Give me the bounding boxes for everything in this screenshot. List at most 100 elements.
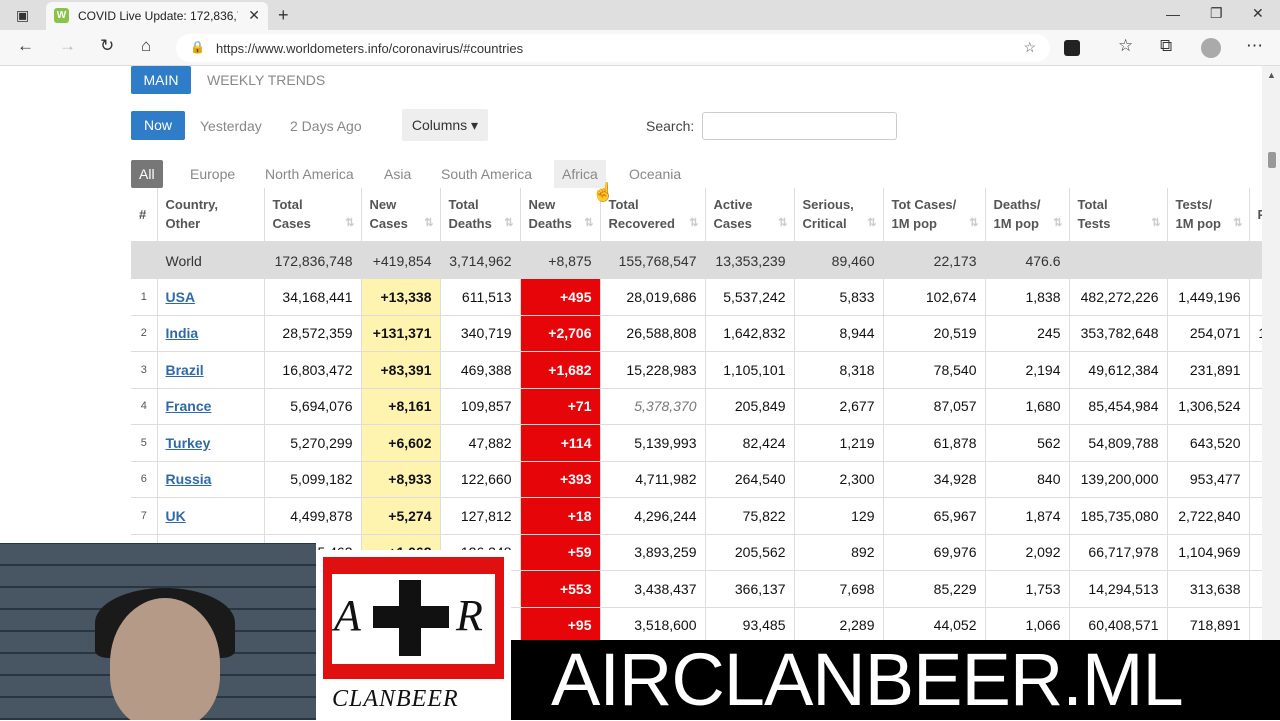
table-cell: 3,893,259 xyxy=(600,534,706,571)
lock-icon[interactable]: 🔒 xyxy=(190,40,205,54)
sort-icon[interactable]: ⇅ xyxy=(504,214,513,233)
country-link[interactable]: Brazil xyxy=(166,362,204,378)
region-tab-south-america[interactable]: South America xyxy=(433,160,540,188)
two-days-ago-button[interactable]: 2 Days Ago xyxy=(290,118,362,134)
header-line: Serious, xyxy=(802,197,854,213)
table-row: 1 USA 34,168,441 +13,338 611,513 +495 28,019,6… xyxy=(131,278,1276,316)
minimize-icon[interactable]: — xyxy=(1166,6,1180,22)
table-cell: 102,674 xyxy=(883,278,986,316)
tab-actions-icon[interactable]: ▣ xyxy=(16,7,29,24)
table-cell: 85,454,984 xyxy=(1069,388,1168,425)
table-cell: 5,139,993 xyxy=(600,424,706,462)
table-cell: 5,099,182 xyxy=(264,461,362,498)
favorites-icon[interactable]: ☆ xyxy=(1118,36,1133,56)
region-tab-asia[interactable]: Asia xyxy=(376,160,419,188)
header-line: Tests/ xyxy=(1175,197,1213,213)
collections-icon[interactable]: ⧉ xyxy=(1160,36,1172,56)
table-cell: 4,296,244 xyxy=(600,497,706,535)
table-cell: 1,642,832 xyxy=(705,315,795,352)
sort-icon[interactable]: ⇅ xyxy=(867,214,876,233)
search-input[interactable] xyxy=(702,112,897,140)
main-tab[interactable]: MAIN xyxy=(131,66,191,94)
region-tab-oceania[interactable]: Oceania xyxy=(621,160,689,188)
country-link[interactable]: Russia xyxy=(166,471,212,487)
yesterday-button[interactable]: Yesterday xyxy=(200,118,262,134)
menu-icon[interactable]: ⋯ xyxy=(1246,36,1263,56)
country-link[interactable]: France xyxy=(166,398,212,414)
column-header[interactable]: Total Cases ⇅ xyxy=(264,188,362,244)
url-text[interactable]: https://www.worldometers.info/coronaviru… xyxy=(216,41,523,56)
header-line: Total xyxy=(272,197,303,213)
browser-tab[interactable]: W COVID Live Update: 172,836,748 ✕ xyxy=(46,2,268,30)
header-line: Country, xyxy=(165,197,218,213)
column-header[interactable]: Tests/1M pop ⇅ xyxy=(1167,188,1250,244)
vertical-scrollbar[interactable]: ▲ xyxy=(1262,66,1280,640)
sort-icon[interactable]: ⇅ xyxy=(424,214,433,233)
table-cell: 1,753 xyxy=(985,570,1070,608)
sort-icon[interactable]: ⇅ xyxy=(1053,214,1062,233)
sort-icon[interactable]: ⇅ xyxy=(1151,214,1160,233)
sort-icon[interactable]: ⇅ xyxy=(689,214,698,233)
table-cell: 7 xyxy=(131,497,158,535)
forward-icon[interactable]: → xyxy=(59,36,76,56)
new-tab-icon[interactable]: + xyxy=(278,5,289,26)
country-link[interactable]: UK xyxy=(166,508,186,524)
table-cell: 85,229 xyxy=(883,570,986,608)
columns-dropdown[interactable]: Columns ▾ xyxy=(402,109,488,141)
home-icon[interactable]: ⌂ xyxy=(141,36,151,56)
country-link[interactable]: USA xyxy=(166,289,196,305)
now-button[interactable]: Now xyxy=(131,111,185,140)
address-bar[interactable]: 🔒 https://www.worldometers.info/coronavi… xyxy=(176,34,1050,62)
tab-title: COVID Live Update: 172,836,748 xyxy=(78,9,238,23)
column-header[interactable]: Serious, Critical ⇅ xyxy=(794,188,884,244)
column-header[interactable]: New Deaths ⇅ xyxy=(520,188,601,244)
table-cell: 353,782,648 xyxy=(1069,315,1168,352)
header-line: 1M pop xyxy=(993,216,1040,232)
table-cell: 4,711,982 xyxy=(600,461,706,498)
sort-icon[interactable]: ⇅ xyxy=(345,214,354,233)
maximize-icon[interactable]: ❐ xyxy=(1210,5,1223,22)
reload-icon[interactable]: ↻ xyxy=(100,36,114,56)
header-line: Recovered xyxy=(608,216,675,232)
table-row: 4 France 5,694,076 +8,161 109,857 +71 5,378,37… xyxy=(131,388,1276,425)
table-cell: 65,967 xyxy=(883,497,986,535)
table-cell: 3 xyxy=(131,351,158,389)
weekly-trends-tab[interactable]: WEEKLY TRENDS xyxy=(207,72,325,88)
column-header[interactable]: New Cases ⇅ xyxy=(361,188,441,244)
sort-icon[interactable]: ⇅ xyxy=(1233,214,1242,233)
extension-icon[interactable] xyxy=(1064,40,1080,56)
country-link[interactable]: Turkey xyxy=(166,435,211,451)
table-cell: UK xyxy=(157,497,265,535)
world-row: World 172,836,748 +419,854 3,714,962 +8,875 1… xyxy=(131,242,1276,279)
table-cell: +13,338 xyxy=(361,278,441,316)
column-header[interactable]: Deaths/1M pop ⇅ xyxy=(985,188,1070,244)
search-label: Search: xyxy=(646,118,695,134)
table-cell: 5,833 xyxy=(794,278,884,316)
column-header[interactable]: # xyxy=(131,188,158,244)
back-icon[interactable]: ← xyxy=(17,36,34,56)
scroll-up-icon[interactable]: ▲ xyxy=(1267,70,1276,80)
profile-avatar[interactable] xyxy=(1201,38,1221,58)
column-header[interactable]: Total Recovered ⇅ xyxy=(600,188,706,244)
sort-icon[interactable]: ⇅ xyxy=(584,214,593,233)
column-header[interactable]: Total Deaths ⇅ xyxy=(440,188,521,244)
table-cell: +5,274 xyxy=(361,497,441,535)
scrollbar-thumb[interactable] xyxy=(1268,152,1276,168)
close-tab-icon[interactable]: ✕ xyxy=(248,7,260,24)
table-cell: +495 xyxy=(520,278,601,316)
favorite-star-icon[interactable]: ☆ xyxy=(1023,39,1036,56)
close-window-icon[interactable]: ✕ xyxy=(1252,5,1264,22)
table-cell: Brazil xyxy=(157,351,265,389)
column-header[interactable]: Tot Cases/1M pop ⇅ xyxy=(883,188,986,244)
column-header[interactable]: Total Tests ⇅ xyxy=(1069,188,1168,244)
region-tab-all[interactable]: All xyxy=(131,160,163,188)
region-tab-north-america[interactable]: North America xyxy=(257,160,362,188)
country-link[interactable]: India xyxy=(166,325,199,341)
sort-icon[interactable]: ⇅ xyxy=(778,214,787,233)
column-header[interactable]: Country, Other xyxy=(157,188,265,244)
region-tab-europe[interactable]: Europe xyxy=(182,160,243,188)
channel-logo: A R CLANBEER xyxy=(316,550,511,720)
sort-icon[interactable]: ⇅ xyxy=(969,214,978,233)
webcam-overlay xyxy=(0,543,316,720)
column-header[interactable]: Active Cases ⇅ xyxy=(705,188,795,244)
